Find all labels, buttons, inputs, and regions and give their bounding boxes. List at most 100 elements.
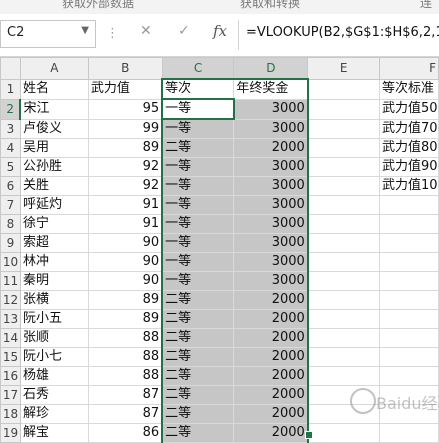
insert-function-button[interactable]: fx bbox=[213, 22, 227, 40]
cell-std[interactable] bbox=[378, 290, 439, 310]
cell-grade[interactable]: 一等 bbox=[161, 252, 235, 272]
cell-name[interactable]: 徐宁 bbox=[19, 214, 89, 234]
cell-bonus[interactable]: 2000 bbox=[233, 366, 309, 386]
cell-power[interactable]: 89 bbox=[87, 290, 163, 310]
row-header[interactable]: 5 bbox=[0, 157, 21, 177]
cell-grade[interactable]: 一等 bbox=[161, 271, 235, 291]
cell-bonus[interactable]: 2000 bbox=[233, 328, 309, 348]
row-header[interactable]: 7 bbox=[0, 195, 21, 215]
cell-grade[interactable]: 一等 bbox=[161, 157, 235, 177]
row-header[interactable]: 4 bbox=[0, 138, 21, 158]
cell[interactable] bbox=[307, 176, 380, 196]
cell-header-bonus[interactable]: 年终奖金 bbox=[233, 78, 309, 100]
row-header[interactable]: 18 bbox=[0, 404, 21, 424]
cell-header-power[interactable]: 武力值 bbox=[87, 78, 163, 100]
cell-std[interactable] bbox=[378, 214, 439, 234]
chevron-down-icon[interactable]: ▼ bbox=[81, 25, 89, 36]
cell[interactable] bbox=[307, 195, 380, 215]
cell-grade[interactable]: 二等 bbox=[161, 138, 235, 158]
cell-name[interactable]: 呼延灼 bbox=[19, 195, 89, 215]
cell-bonus[interactable]: 3000 bbox=[233, 98, 309, 120]
cell-grade[interactable]: 二等 bbox=[161, 404, 235, 424]
cell-grade[interactable]: 一等 bbox=[161, 98, 235, 120]
cell-name[interactable]: 解珍 bbox=[19, 404, 89, 424]
cell-std[interactable] bbox=[378, 233, 439, 253]
row-header[interactable]: 17 bbox=[0, 385, 21, 405]
cell[interactable] bbox=[307, 366, 380, 386]
cell-name[interactable]: 宋江 bbox=[19, 98, 89, 120]
cell-std[interactable] bbox=[378, 423, 439, 443]
row-header[interactable]: 10 bbox=[0, 252, 21, 272]
drag-handle-icon[interactable]: ⋮ bbox=[106, 26, 119, 41]
cell-bonus[interactable]: 3000 bbox=[233, 271, 309, 291]
cell-bonus[interactable]: 3000 bbox=[233, 214, 309, 234]
cell[interactable] bbox=[307, 138, 380, 158]
select-all-corner[interactable] bbox=[0, 57, 21, 80]
cell[interactable] bbox=[307, 271, 380, 291]
cell-power[interactable]: 89 bbox=[87, 138, 163, 158]
cell-std[interactable] bbox=[378, 347, 439, 367]
close-icon[interactable]: ✕ bbox=[140, 23, 152, 39]
cell-bonus[interactable]: 3000 bbox=[233, 157, 309, 177]
cell[interactable] bbox=[307, 309, 380, 329]
cell-std[interactable]: 武力值90 bbox=[378, 157, 439, 177]
cell-name[interactable]: 张顺 bbox=[19, 328, 89, 348]
column-header-a[interactable]: A bbox=[19, 57, 89, 80]
row-header[interactable]: 11 bbox=[0, 271, 21, 291]
cell-bonus[interactable]: 2000 bbox=[233, 404, 309, 424]
cell-grade[interactable]: 一等 bbox=[161, 233, 235, 253]
fill-handle[interactable] bbox=[305, 431, 313, 439]
cell-power[interactable]: 92 bbox=[87, 157, 163, 177]
cell-bonus[interactable]: 2000 bbox=[233, 423, 309, 443]
cell-std[interactable] bbox=[378, 252, 439, 272]
cell[interactable] bbox=[307, 252, 380, 272]
cell-name[interactable]: 石秀 bbox=[19, 385, 89, 405]
cell[interactable] bbox=[307, 233, 380, 253]
cell-grade[interactable]: 二等 bbox=[161, 290, 235, 310]
cell[interactable] bbox=[307, 98, 380, 120]
cell-grade[interactable]: 二等 bbox=[161, 328, 235, 348]
cell-power[interactable]: 89 bbox=[87, 309, 163, 329]
row-header[interactable]: 12 bbox=[0, 290, 21, 310]
cell-grade[interactable]: 一等 bbox=[161, 214, 235, 234]
cell-bonus[interactable]: 3000 bbox=[233, 252, 309, 272]
cell-power[interactable]: 86 bbox=[87, 423, 163, 443]
cell-std[interactable]: 武力值80 bbox=[378, 138, 439, 158]
name-box[interactable]: C2 ▼ bbox=[0, 20, 96, 48]
cell-power[interactable]: 90 bbox=[87, 233, 163, 253]
cell-std[interactable]: 武力值10 bbox=[378, 176, 439, 196]
row-header[interactable]: 2 bbox=[0, 98, 22, 120]
row-header[interactable]: 16 bbox=[0, 366, 21, 386]
row-header[interactable]: 8 bbox=[0, 214, 21, 234]
cell-grade[interactable]: 二等 bbox=[161, 366, 235, 386]
row-header[interactable]: 13 bbox=[0, 309, 21, 329]
cell-power[interactable]: 87 bbox=[87, 404, 163, 424]
cell[interactable] bbox=[307, 157, 380, 177]
cell-bonus[interactable]: 3000 bbox=[233, 118, 309, 139]
formula-input[interactable]: =VLOOKUP(B2,$G$1:$H$6,2,1) bbox=[246, 25, 439, 40]
cell-name[interactable]: 杨雄 bbox=[19, 366, 89, 386]
column-header-c[interactable]: C bbox=[161, 57, 235, 80]
cell-name[interactable]: 林冲 bbox=[19, 252, 89, 272]
cell-power[interactable]: 91 bbox=[87, 214, 163, 234]
cell-name[interactable]: 关胜 bbox=[19, 176, 89, 196]
cell[interactable] bbox=[307, 328, 380, 348]
column-header-e[interactable]: E bbox=[307, 57, 380, 80]
cell-grade[interactable]: 二等 bbox=[161, 385, 235, 405]
cell-power[interactable]: 90 bbox=[87, 252, 163, 272]
cell-power[interactable]: 95 bbox=[87, 98, 163, 120]
cell-header-name[interactable]: 姓名 bbox=[19, 78, 89, 100]
row-header[interactable]: 15 bbox=[0, 347, 21, 367]
cell-std[interactable] bbox=[378, 366, 439, 386]
cell-name[interactable]: 索超 bbox=[19, 233, 89, 253]
row-header[interactable]: 3 bbox=[0, 118, 21, 139]
cell[interactable] bbox=[307, 78, 380, 100]
row-header[interactable]: 6 bbox=[0, 176, 21, 196]
cell-std[interactable] bbox=[378, 309, 439, 329]
cell[interactable] bbox=[307, 290, 380, 310]
cell-name[interactable]: 公孙胜 bbox=[19, 157, 89, 177]
cell-std[interactable] bbox=[378, 328, 439, 348]
cell-name[interactable]: 阮小五 bbox=[19, 309, 89, 329]
cell-name[interactable]: 秦明 bbox=[19, 271, 89, 291]
cell-name[interactable]: 解宝 bbox=[19, 423, 89, 443]
